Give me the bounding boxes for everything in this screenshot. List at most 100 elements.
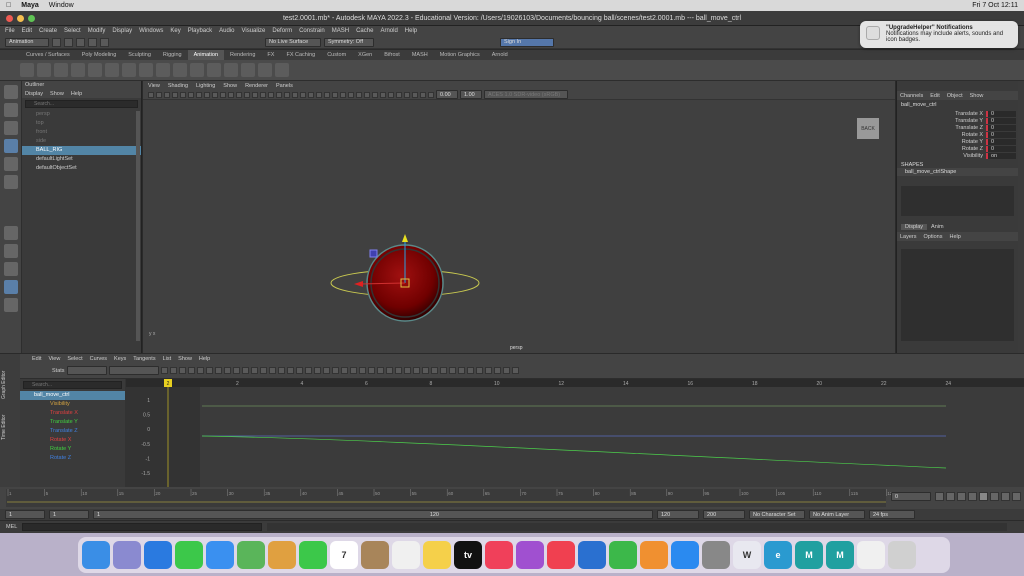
minimize-window-button[interactable]	[17, 15, 24, 22]
graph-tool-icon[interactable]	[178, 367, 186, 374]
shelf-tab-arnold[interactable]: Arnold	[486, 50, 514, 60]
channel-value[interactable]: 0	[986, 117, 1016, 124]
graph-attr-item[interactable]: Rotate X	[20, 436, 125, 445]
graph-attr-item[interactable]: Rotate Z	[20, 454, 125, 463]
graph-tool-icon[interactable]	[331, 367, 339, 374]
viewport-field-2[interactable]: 1.00	[460, 90, 482, 99]
outliner-item[interactable]: defaultObjectSet	[22, 164, 141, 173]
channel-value[interactable]: on	[986, 152, 1016, 159]
shelf-tool-icon[interactable]	[20, 63, 34, 77]
mac-menu-window[interactable]: Window	[49, 2, 74, 9]
graph-tool-icon[interactable]	[295, 367, 303, 374]
viewport-menu-renderer[interactable]: Renderer	[245, 83, 268, 89]
graph-tool-icon[interactable]	[493, 367, 501, 374]
viewport-tool-icon[interactable]	[148, 91, 154, 98]
dock-preview-icon[interactable]	[857, 541, 885, 569]
viewport-tool-icon[interactable]	[300, 91, 306, 98]
graph-tool-icon[interactable]	[205, 367, 213, 374]
viewport-canvas[interactable]: y x persp BACK	[143, 100, 895, 353]
live-surface-field[interactable]: No Live Surface	[265, 37, 321, 47]
character-set-select[interactable]: No Character Set	[749, 510, 805, 519]
paint-tool-icon[interactable]	[4, 121, 18, 135]
graph-menu-select[interactable]: Select	[67, 356, 82, 362]
dock-safari-icon[interactable]	[144, 541, 172, 569]
viewport-tool-icon[interactable]	[332, 91, 338, 98]
shelf-tool-icon[interactable]	[224, 63, 238, 77]
layer-tab-anim[interactable]: Anim	[931, 224, 944, 230]
clock[interactable]: Fri 7 Oct 12:11	[972, 2, 1018, 9]
range-bar[interactable]: 1 120	[93, 510, 653, 519]
outliner-item[interactable]: front	[22, 128, 141, 137]
fps-select[interactable]: 24 fps	[869, 510, 915, 519]
shelf-tool-icon[interactable]	[105, 63, 119, 77]
dock-maps-icon[interactable]	[237, 541, 265, 569]
attribute-editor-tabs[interactable]	[1018, 81, 1024, 353]
channel-value[interactable]: 0	[986, 138, 1016, 145]
graph-tool-icon[interactable]	[214, 367, 222, 374]
viewport-tool-icon[interactable]	[212, 91, 218, 98]
lasso-tool-icon[interactable]	[4, 103, 18, 117]
anim-end-field[interactable]: 200	[703, 510, 745, 519]
outliner-item[interactable]: side	[22, 137, 141, 146]
graph-tool-icon[interactable]	[268, 367, 276, 374]
menu-deform[interactable]: Deform	[272, 28, 292, 34]
graph-attr-item[interactable]: Translate Z	[20, 427, 125, 436]
dock-pages-icon[interactable]	[640, 541, 668, 569]
outliner-item[interactable]: defaultLightSet	[22, 155, 141, 164]
viewport-menu-shading[interactable]: Shading	[168, 83, 188, 89]
channels-show-menu[interactable]: Show	[970, 93, 984, 99]
shape-name[interactable]: ball_move_ctrlShape	[897, 168, 1018, 176]
channel-value[interactable]: 0	[986, 131, 1016, 138]
shelf-tool-icon[interactable]	[241, 63, 255, 77]
graph-tool-icon[interactable]	[286, 367, 294, 374]
redo-icon[interactable]	[100, 37, 109, 47]
dock-launchpad-icon[interactable]	[113, 541, 141, 569]
menu-file[interactable]: File	[5, 28, 15, 34]
viewport-tool-icon[interactable]	[348, 91, 354, 98]
menu-select[interactable]: Select	[64, 28, 81, 34]
menu-create[interactable]: Create	[39, 28, 57, 34]
outliner-search-input[interactable]: Search...	[25, 100, 138, 108]
dock-contacts-icon[interactable]	[361, 541, 389, 569]
channels-object-menu[interactable]: Object	[947, 93, 963, 99]
graph-tool-icon[interactable]	[232, 367, 240, 374]
graph-tool-icon[interactable]	[466, 367, 474, 374]
playback-start-field[interactable]: 1	[49, 510, 89, 519]
dock-maya2-icon[interactable]: M	[826, 541, 854, 569]
step-back-icon[interactable]	[957, 492, 966, 501]
anim-layer-select[interactable]: No Anim Layer	[809, 510, 865, 519]
layers-help-menu[interactable]: Help	[949, 234, 960, 240]
viewport-tool-icon[interactable]	[252, 91, 258, 98]
move-plane-handle[interactable]	[369, 249, 378, 258]
mode-select[interactable]: Animation	[5, 37, 49, 47]
dock-facetime-icon[interactable]	[299, 541, 327, 569]
shelf-tool-icon[interactable]	[207, 63, 221, 77]
graph-menu-edit[interactable]: Edit	[32, 356, 41, 362]
graph-tool-icon[interactable]	[502, 367, 510, 374]
viewport-menu-show[interactable]: Show	[223, 83, 237, 89]
menu-modify[interactable]: Modify	[88, 28, 106, 34]
viewport-tool-icon[interactable]	[228, 91, 234, 98]
viewport-tool-icon[interactable]	[316, 91, 322, 98]
play-back-icon[interactable]	[968, 492, 977, 501]
move-x-arrow[interactable]	[354, 281, 363, 287]
save-scene-icon[interactable]	[76, 37, 85, 47]
graph-tool-icon[interactable]	[259, 367, 267, 374]
undo-icon[interactable]	[88, 37, 97, 47]
mel-label[interactable]: MEL	[6, 524, 17, 530]
shelf-tab-animation[interactable]: Animation	[187, 50, 225, 60]
colorspace-select[interactable]: ACES 1.0 SDR-video (sRGB)	[484, 90, 568, 99]
channel-value[interactable]: 0	[986, 145, 1016, 152]
graph-tool-icon[interactable]	[448, 367, 456, 374]
viewport-tool-icon[interactable]	[260, 91, 266, 98]
viewport-tool-icon[interactable]	[156, 91, 162, 98]
move-tool-icon[interactable]	[4, 139, 18, 153]
side-tab-time-editor[interactable]: Time Editor	[1, 406, 19, 448]
shelf-tab-mash[interactable]: MASH	[406, 50, 434, 60]
dock-trash-icon[interactable]	[888, 541, 916, 569]
symmetry-select[interactable]: Symmetry: Off	[324, 37, 374, 47]
dock-finder-icon[interactable]	[82, 541, 110, 569]
current-time-field[interactable]: 0	[891, 492, 931, 501]
viewport-tool-icon[interactable]	[244, 91, 250, 98]
notification[interactable]: "UpgradeHelper" Notifications Notificati…	[860, 21, 1018, 48]
